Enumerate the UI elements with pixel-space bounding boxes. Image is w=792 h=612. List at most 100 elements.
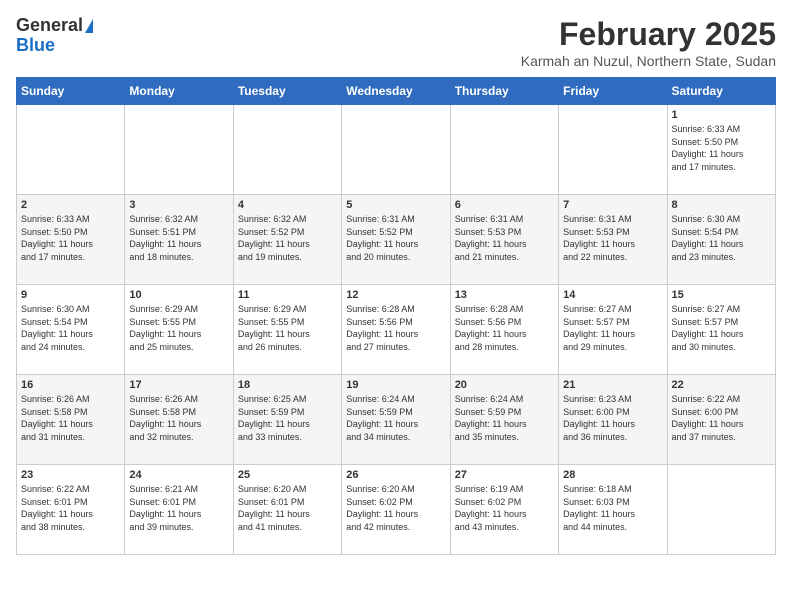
calendar-cell: 6 Sunrise: 6:31 AM Sunset: 5:53 PM Daylig… [450,195,558,285]
day-number: 19 [346,379,445,391]
day-info: Sunrise: 6:31 AM Sunset: 5:53 PM Dayligh… [563,213,662,263]
calendar-cell: 8Sunrise: 6:30 AM Sunset: 5:54 PM Daylig… [667,195,775,285]
calendar-cell: 13Sunrise: 6:28 AM Sunset: 5:56 PM Dayli… [450,285,558,375]
day-info: Sunrise: 6:22 AM Sunset: 6:00 PM Dayligh… [672,393,771,443]
day-info: Sunrise: 6:21 AM Sunset: 6:01 PM Dayligh… [129,483,228,533]
day-number: 14 [563,289,662,301]
page-header: General Blue February 2025 Karmah an Nuz… [16,16,776,69]
calendar-cell [450,105,558,195]
calendar-cell: 23 Sunrise: 6:22 AM Sunset: 6:01 PM Dayli… [17,465,125,555]
day-info: Sunrise: 6:24 AM Sunset: 5:59 PM Dayligh… [455,393,554,443]
day-info: Sunrise: 6:27 AM Sunset: 5:57 PM Dayligh… [563,303,662,353]
day-number: 16 [21,379,120,391]
day-info: Sunrise: 6:22 AM Sunset: 6:01 PM Dayligh… [21,483,120,533]
day-number: 25 [238,469,337,481]
calendar-cell: 19 Sunrise: 6:24 AM Sunset: 5:59 PM Dayli… [342,375,450,465]
day-info: Sunrise: 6:25 AM Sunset: 5:59 PM Dayligh… [238,393,337,443]
calendar-cell: 10 Sunrise: 6:29 AM Sunset: 5:55 PM Dayli… [125,285,233,375]
week-row-5: 23 Sunrise: 6:22 AM Sunset: 6:01 PM Dayli… [17,465,776,555]
column-header-thursday: Thursday [450,78,558,105]
calendar-cell [233,105,341,195]
day-info: Sunrise: 6:28 AM Sunset: 5:56 PM Dayligh… [346,303,445,353]
calendar-body: 1 Sunrise: 6:33 AM Sunset: 5:50 PM Daylig… [17,105,776,555]
calendar-cell [667,465,775,555]
day-info: Sunrise: 6:29 AM Sunset: 5:55 PM Dayligh… [129,303,228,353]
calendar-cell: 18 Sunrise: 6:25 AM Sunset: 5:59 PM Dayli… [233,375,341,465]
day-info: Sunrise: 6:26 AM Sunset: 5:58 PM Dayligh… [21,393,120,443]
day-info: Sunrise: 6:33 AM Sunset: 5:50 PM Dayligh… [21,213,120,263]
day-number: 18 [238,379,337,391]
calendar-cell: 3 Sunrise: 6:32 AM Sunset: 5:51 PM Daylig… [125,195,233,285]
column-header-friday: Friday [559,78,667,105]
day-info: Sunrise: 6:33 AM Sunset: 5:50 PM Dayligh… [672,123,771,173]
week-row-1: 1 Sunrise: 6:33 AM Sunset: 5:50 PM Daylig… [17,105,776,195]
day-info: Sunrise: 6:32 AM Sunset: 5:52 PM Dayligh… [238,213,337,263]
calendar-cell: 4 Sunrise: 6:32 AM Sunset: 5:52 PM Daylig… [233,195,341,285]
day-number: 9 [21,289,120,301]
calendar-cell: 11 Sunrise: 6:29 AM Sunset: 5:55 PM Dayli… [233,285,341,375]
column-header-monday: Monday [125,78,233,105]
calendar-cell: 15 Sunrise: 6:27 AM Sunset: 5:57 PM Dayli… [667,285,775,375]
day-number: 26 [346,469,445,481]
calendar-cell: 24 Sunrise: 6:21 AM Sunset: 6:01 PM Dayli… [125,465,233,555]
logo-general-text: General [16,16,83,36]
logo-triangle-icon [85,19,93,33]
day-info: Sunrise: 6:20 AM Sunset: 6:01 PM Dayligh… [238,483,337,533]
day-number: 24 [129,469,228,481]
calendar-header: SundayMondayTuesdayWednesdayThursdayFrid… [17,78,776,105]
day-number: 10 [129,289,228,301]
calendar-cell [559,105,667,195]
calendar-cell: 7 Sunrise: 6:31 AM Sunset: 5:53 PM Daylig… [559,195,667,285]
day-info: Sunrise: 6:24 AM Sunset: 5:59 PM Dayligh… [346,393,445,443]
column-header-sunday: Sunday [17,78,125,105]
calendar-cell: 28Sunrise: 6:18 AM Sunset: 6:03 PM Dayli… [559,465,667,555]
day-number: 27 [455,469,554,481]
day-info: Sunrise: 6:19 AM Sunset: 6:02 PM Dayligh… [455,483,554,533]
week-row-2: 2Sunrise: 6:33 AM Sunset: 5:50 PM Daylig… [17,195,776,285]
day-number: 23 [21,469,120,481]
day-number: 11 [238,289,337,301]
day-number: 28 [563,469,662,481]
day-number: 4 [238,199,337,211]
header-row: SundayMondayTuesdayWednesdayThursdayFrid… [17,78,776,105]
day-number: 20 [455,379,554,391]
calendar-table: SundayMondayTuesdayWednesdayThursdayFrid… [16,77,776,555]
month-year-title: February 2025 [521,16,776,53]
calendar-cell: 21Sunrise: 6:23 AM Sunset: 6:00 PM Dayli… [559,375,667,465]
day-number: 15 [672,289,771,301]
day-number: 6 [455,199,554,211]
logo: General Blue [16,16,93,56]
day-info: Sunrise: 6:20 AM Sunset: 6:02 PM Dayligh… [346,483,445,533]
day-number: 5 [346,199,445,211]
calendar-cell: 27 Sunrise: 6:19 AM Sunset: 6:02 PM Dayli… [450,465,558,555]
calendar-cell: 12 Sunrise: 6:28 AM Sunset: 5:56 PM Dayli… [342,285,450,375]
calendar-cell: 16 Sunrise: 6:26 AM Sunset: 5:58 PM Dayli… [17,375,125,465]
day-info: Sunrise: 6:31 AM Sunset: 5:53 PM Dayligh… [455,213,554,263]
calendar-cell [125,105,233,195]
day-number: 3 [129,199,228,211]
day-number: 22 [672,379,771,391]
calendar-cell: 1 Sunrise: 6:33 AM Sunset: 5:50 PM Daylig… [667,105,775,195]
calendar-cell: 5Sunrise: 6:31 AM Sunset: 5:52 PM Daylig… [342,195,450,285]
calendar-cell: 22 Sunrise: 6:22 AM Sunset: 6:00 PM Dayli… [667,375,775,465]
calendar-cell: 20 Sunrise: 6:24 AM Sunset: 5:59 PM Dayli… [450,375,558,465]
day-info: Sunrise: 6:26 AM Sunset: 5:58 PM Dayligh… [129,393,228,443]
calendar-cell: 17Sunrise: 6:26 AM Sunset: 5:58 PM Dayli… [125,375,233,465]
title-block: February 2025 Karmah an Nuzul, Northern … [521,16,776,69]
week-row-3: 9Sunrise: 6:30 AM Sunset: 5:54 PM Daylig… [17,285,776,375]
day-number: 1 [672,109,771,121]
day-number: 8 [672,199,771,211]
day-info: Sunrise: 6:27 AM Sunset: 5:57 PM Dayligh… [672,303,771,353]
calendar-cell: 9Sunrise: 6:30 AM Sunset: 5:54 PM Daylig… [17,285,125,375]
location-subtitle: Karmah an Nuzul, Northern State, Sudan [521,53,776,69]
calendar-cell: 2Sunrise: 6:33 AM Sunset: 5:50 PM Daylig… [17,195,125,285]
day-info: Sunrise: 6:28 AM Sunset: 5:56 PM Dayligh… [455,303,554,353]
calendar-cell [17,105,125,195]
day-info: Sunrise: 6:29 AM Sunset: 5:55 PM Dayligh… [238,303,337,353]
day-info: Sunrise: 6:23 AM Sunset: 6:00 PM Dayligh… [563,393,662,443]
calendar-cell [342,105,450,195]
day-number: 12 [346,289,445,301]
day-number: 7 [563,199,662,211]
calendar-cell: 14 Sunrise: 6:27 AM Sunset: 5:57 PM Dayli… [559,285,667,375]
day-info: Sunrise: 6:32 AM Sunset: 5:51 PM Dayligh… [129,213,228,263]
